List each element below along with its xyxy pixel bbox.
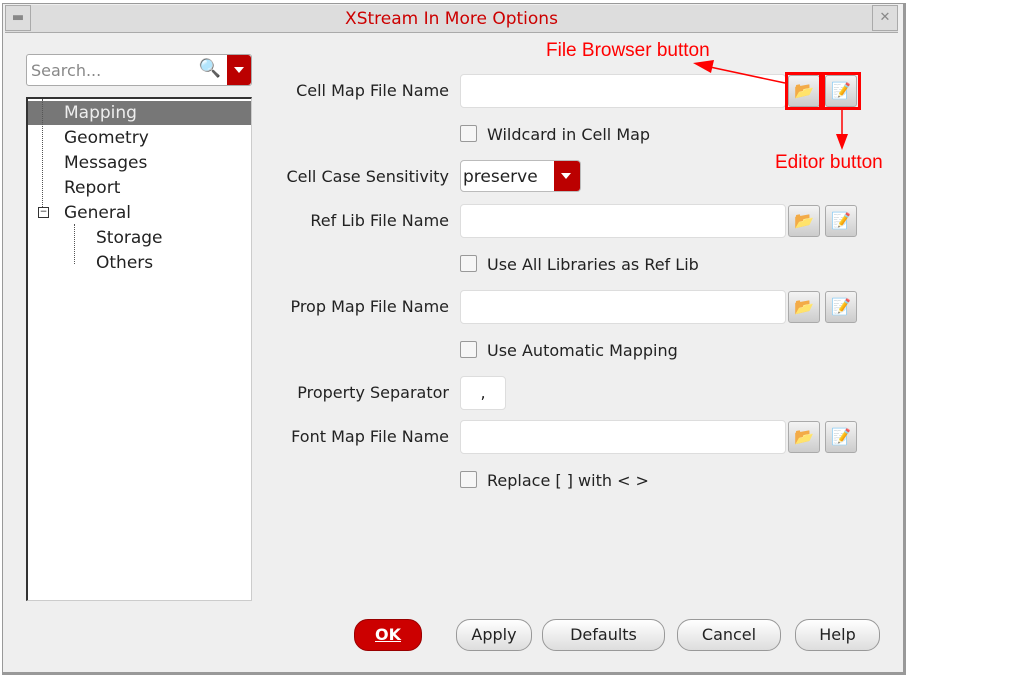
arrow-head bbox=[693, 60, 714, 73]
arrow-line bbox=[709, 66, 786, 84]
annotation-arrows bbox=[693, 60, 848, 150]
arrow-head bbox=[836, 134, 848, 150]
